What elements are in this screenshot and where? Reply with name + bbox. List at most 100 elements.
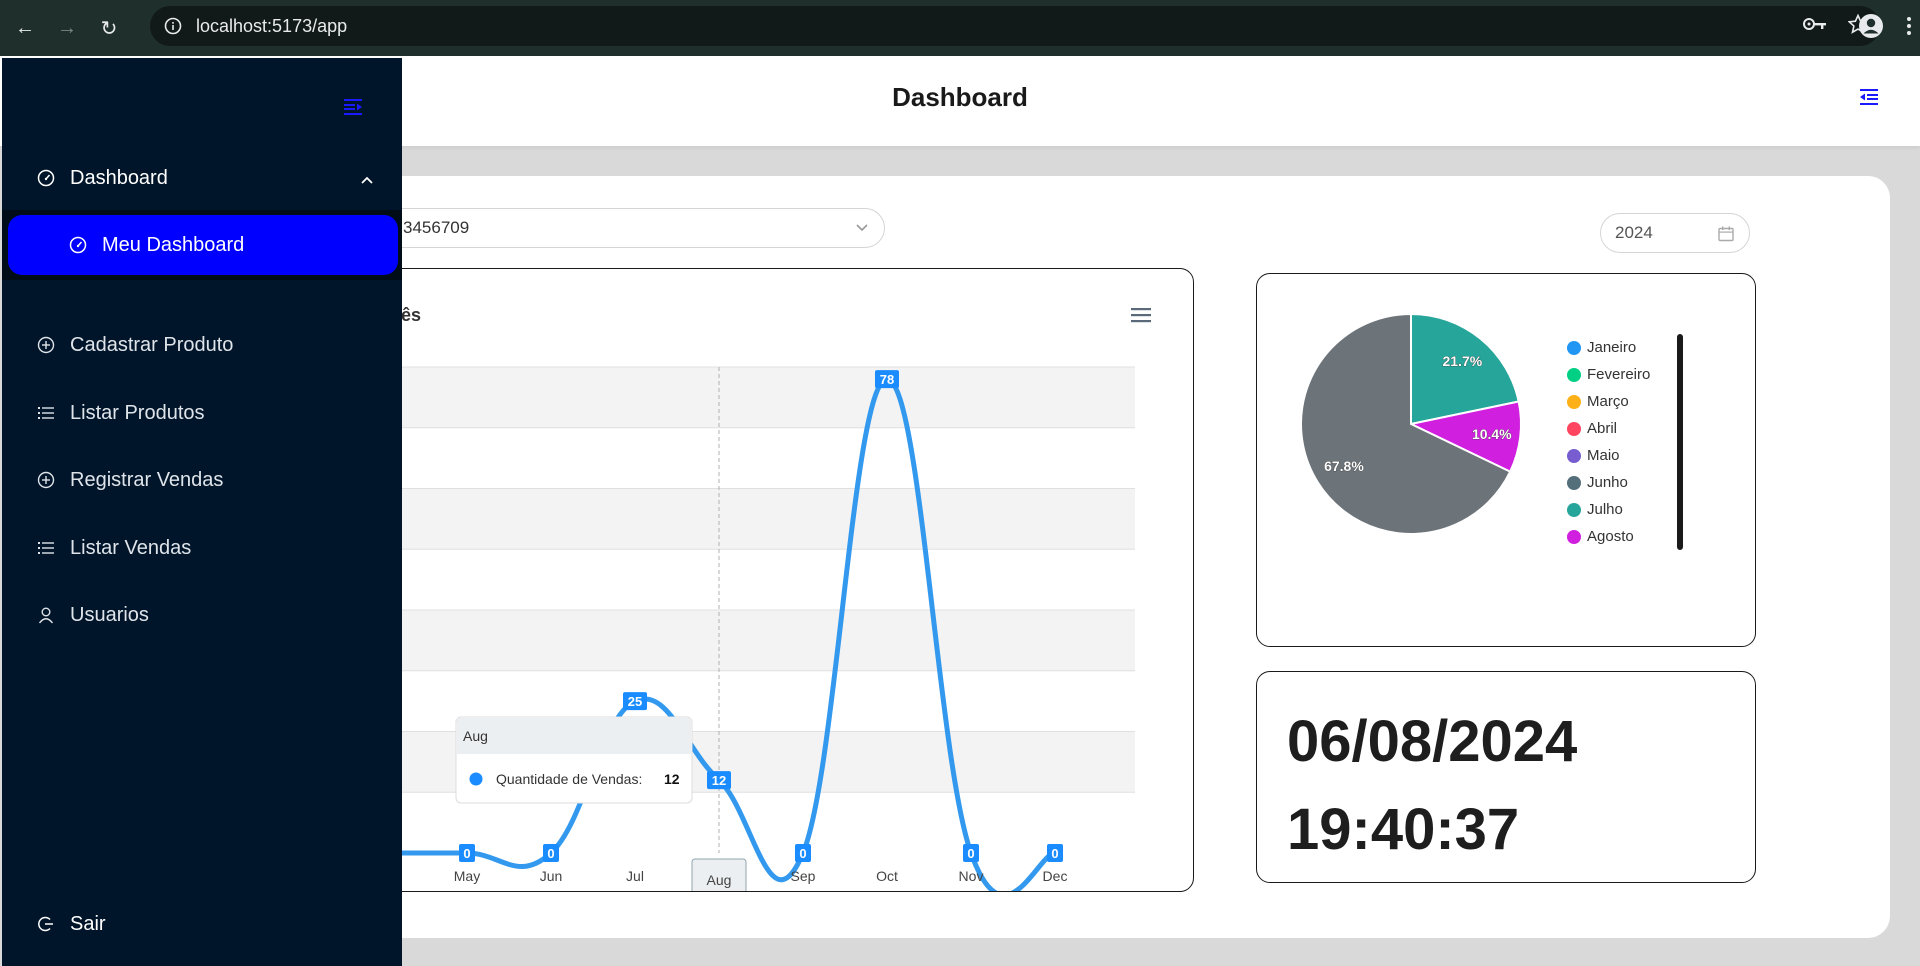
sidebar-item-label: Listar Vendas [70, 536, 192, 559]
pie-slice-label: 21.7% [1442, 353, 1482, 369]
legend-marker [1567, 394, 1581, 409]
address-bar[interactable]: localhost:5173/app [150, 6, 1880, 46]
store-select[interactable]: 3456709 [380, 208, 885, 248]
legend-marker [1567, 367, 1581, 382]
plus-circle-icon [36, 470, 56, 490]
data-label: 0 [1051, 846, 1058, 861]
data-label: 0 [463, 846, 470, 861]
sidebar: Dashboard Meu Dashboard Cadastrar Produt… [2, 58, 402, 966]
browser-toolbar: ← → ↻ localhost:5173/app [0, 0, 1920, 56]
pie-legend: Janeiro Fevereiro Março Abril Maio Junho Julho… [1567, 334, 1650, 550]
tooltip-marker [469, 772, 483, 786]
sidebar-item-label: Cadastrar Produto [70, 333, 234, 356]
line-chart: 000251207800AprMayJunJulSepOctNovDecAugA… [361, 366, 1135, 891]
legend-item[interactable]: Maio [1567, 442, 1650, 469]
data-label: 0 [967, 846, 974, 861]
user-icon [36, 605, 56, 625]
sidebar-item-label: Listar Produtos [70, 401, 205, 424]
grid-band [361, 367, 1135, 428]
back-icon[interactable]: ← [8, 11, 42, 45]
list-icon [36, 538, 56, 558]
tooltip-series-label: Quantidade de Vendas: [496, 771, 642, 787]
data-label: 25 [628, 694, 642, 709]
legend-item[interactable]: Março [1567, 388, 1650, 415]
year-picker[interactable]: 2024 [1600, 213, 1750, 253]
x-tick-label: Oct [876, 868, 898, 884]
sidebar-item-label: Usuarios [70, 603, 149, 626]
browser-menu-icon[interactable] [1906, 16, 1912, 41]
password-key-icon[interactable] [1802, 16, 1828, 37]
list-icon [36, 403, 56, 423]
dashboard-icon [68, 235, 88, 255]
data-label: 78 [880, 372, 894, 387]
clock-date: 06/08/2024 [1287, 709, 1578, 774]
sidebar-item-listar-produtos[interactable]: Listar Produtos [2, 383, 402, 443]
legend-label: Maio [1587, 447, 1620, 464]
legend-marker [1567, 421, 1581, 436]
legend-item[interactable]: Abril [1567, 415, 1650, 442]
sales-line-chart-panel: mês 000251207800AprMayJunJulSepOctNovDec… [360, 268, 1194, 892]
legend-marker [1567, 529, 1581, 544]
sidebar-item-registrar-vendas[interactable]: Registrar Vendas [2, 450, 402, 510]
legend-marker [1567, 448, 1581, 463]
dashboard-icon [36, 168, 56, 188]
clock-panel: 06/08/2024 19:40:37 [1256, 671, 1756, 883]
legend-item[interactable]: Julho [1567, 496, 1650, 523]
legend-marker [1567, 502, 1581, 517]
calendar-icon [1717, 225, 1735, 248]
grid-band [361, 549, 1135, 610]
data-label: 0 [799, 846, 806, 861]
legend-label: Fevereiro [1587, 366, 1651, 383]
menu-unfold-icon[interactable] [342, 96, 364, 118]
legend-marker [1567, 475, 1581, 490]
sidebar-item-dashboard[interactable]: Dashboard [2, 148, 402, 208]
sidebar-item-label: Dashboard [70, 166, 168, 189]
legend-label: Março [1587, 393, 1629, 410]
crosshair-label: Aug [707, 872, 732, 888]
legend-item[interactable]: Junho [1567, 469, 1650, 496]
sidebar-item-listar-vendas[interactable]: Listar Vendas [2, 518, 402, 578]
tooltip-title: Aug [463, 728, 488, 744]
forward-icon[interactable]: → [50, 11, 84, 45]
x-tick-label: Jul [626, 868, 644, 884]
data-label: 12 [712, 773, 726, 788]
legend-item[interactable]: Fevereiro [1567, 361, 1650, 388]
reload-icon[interactable]: ↻ [92, 11, 126, 45]
store-select-value: 3456709 [403, 218, 470, 237]
grid-band [361, 488, 1135, 550]
data-label: 0 [547, 846, 554, 861]
legend-label: Junho [1587, 474, 1628, 491]
address-url[interactable]: localhost:5173/app [196, 16, 347, 37]
pie-slice-label: 10.4% [1472, 426, 1512, 442]
legend-label: Abril [1587, 420, 1618, 437]
sidebar-item-sair[interactable]: Sair [2, 894, 402, 954]
profile-icon[interactable] [1858, 13, 1884, 44]
sidebar-item-label: Sair [70, 912, 106, 935]
sales-pie-chart-panel: 21.7% 10.4% 67.8% Janeiro Fevereiro Março Abr… [1256, 273, 1756, 647]
legend-marker [1567, 340, 1581, 355]
legend-scrollbar[interactable] [1677, 334, 1683, 550]
year-picker-value: 2024 [1615, 223, 1653, 242]
chevron-down-icon [854, 219, 870, 240]
tooltip-value: 12 [664, 771, 680, 787]
legend-label: Janeiro [1587, 339, 1637, 356]
grid-band [361, 427, 1135, 489]
site-info-icon[interactable] [162, 15, 184, 37]
legend-label: Julho [1587, 501, 1623, 518]
pie-slice-label: 67.8% [1324, 458, 1364, 474]
sidebar-item-meu-dashboard[interactable]: Meu Dashboard [8, 215, 398, 275]
logout-icon [36, 914, 56, 934]
sidebar-item-cadastrar-produto[interactable]: Cadastrar Produto [2, 315, 402, 375]
sidebar-item-label: Registrar Vendas [70, 468, 224, 491]
legend-item[interactable]: Janeiro [1567, 334, 1650, 361]
chevron-up-icon [360, 170, 374, 193]
x-tick-label: Dec [1043, 868, 1068, 884]
legend-label: Agosto [1587, 528, 1634, 545]
menu-fold-icon[interactable] [1858, 86, 1884, 112]
legend-item[interactable]: Agosto [1567, 523, 1650, 550]
x-tick-label: Nov [959, 868, 984, 884]
sidebar-item-usuarios[interactable]: Usuarios [2, 585, 402, 645]
tooltip-header [457, 718, 691, 754]
x-tick-label: Sep [791, 868, 816, 884]
x-tick-label: May [454, 868, 480, 884]
